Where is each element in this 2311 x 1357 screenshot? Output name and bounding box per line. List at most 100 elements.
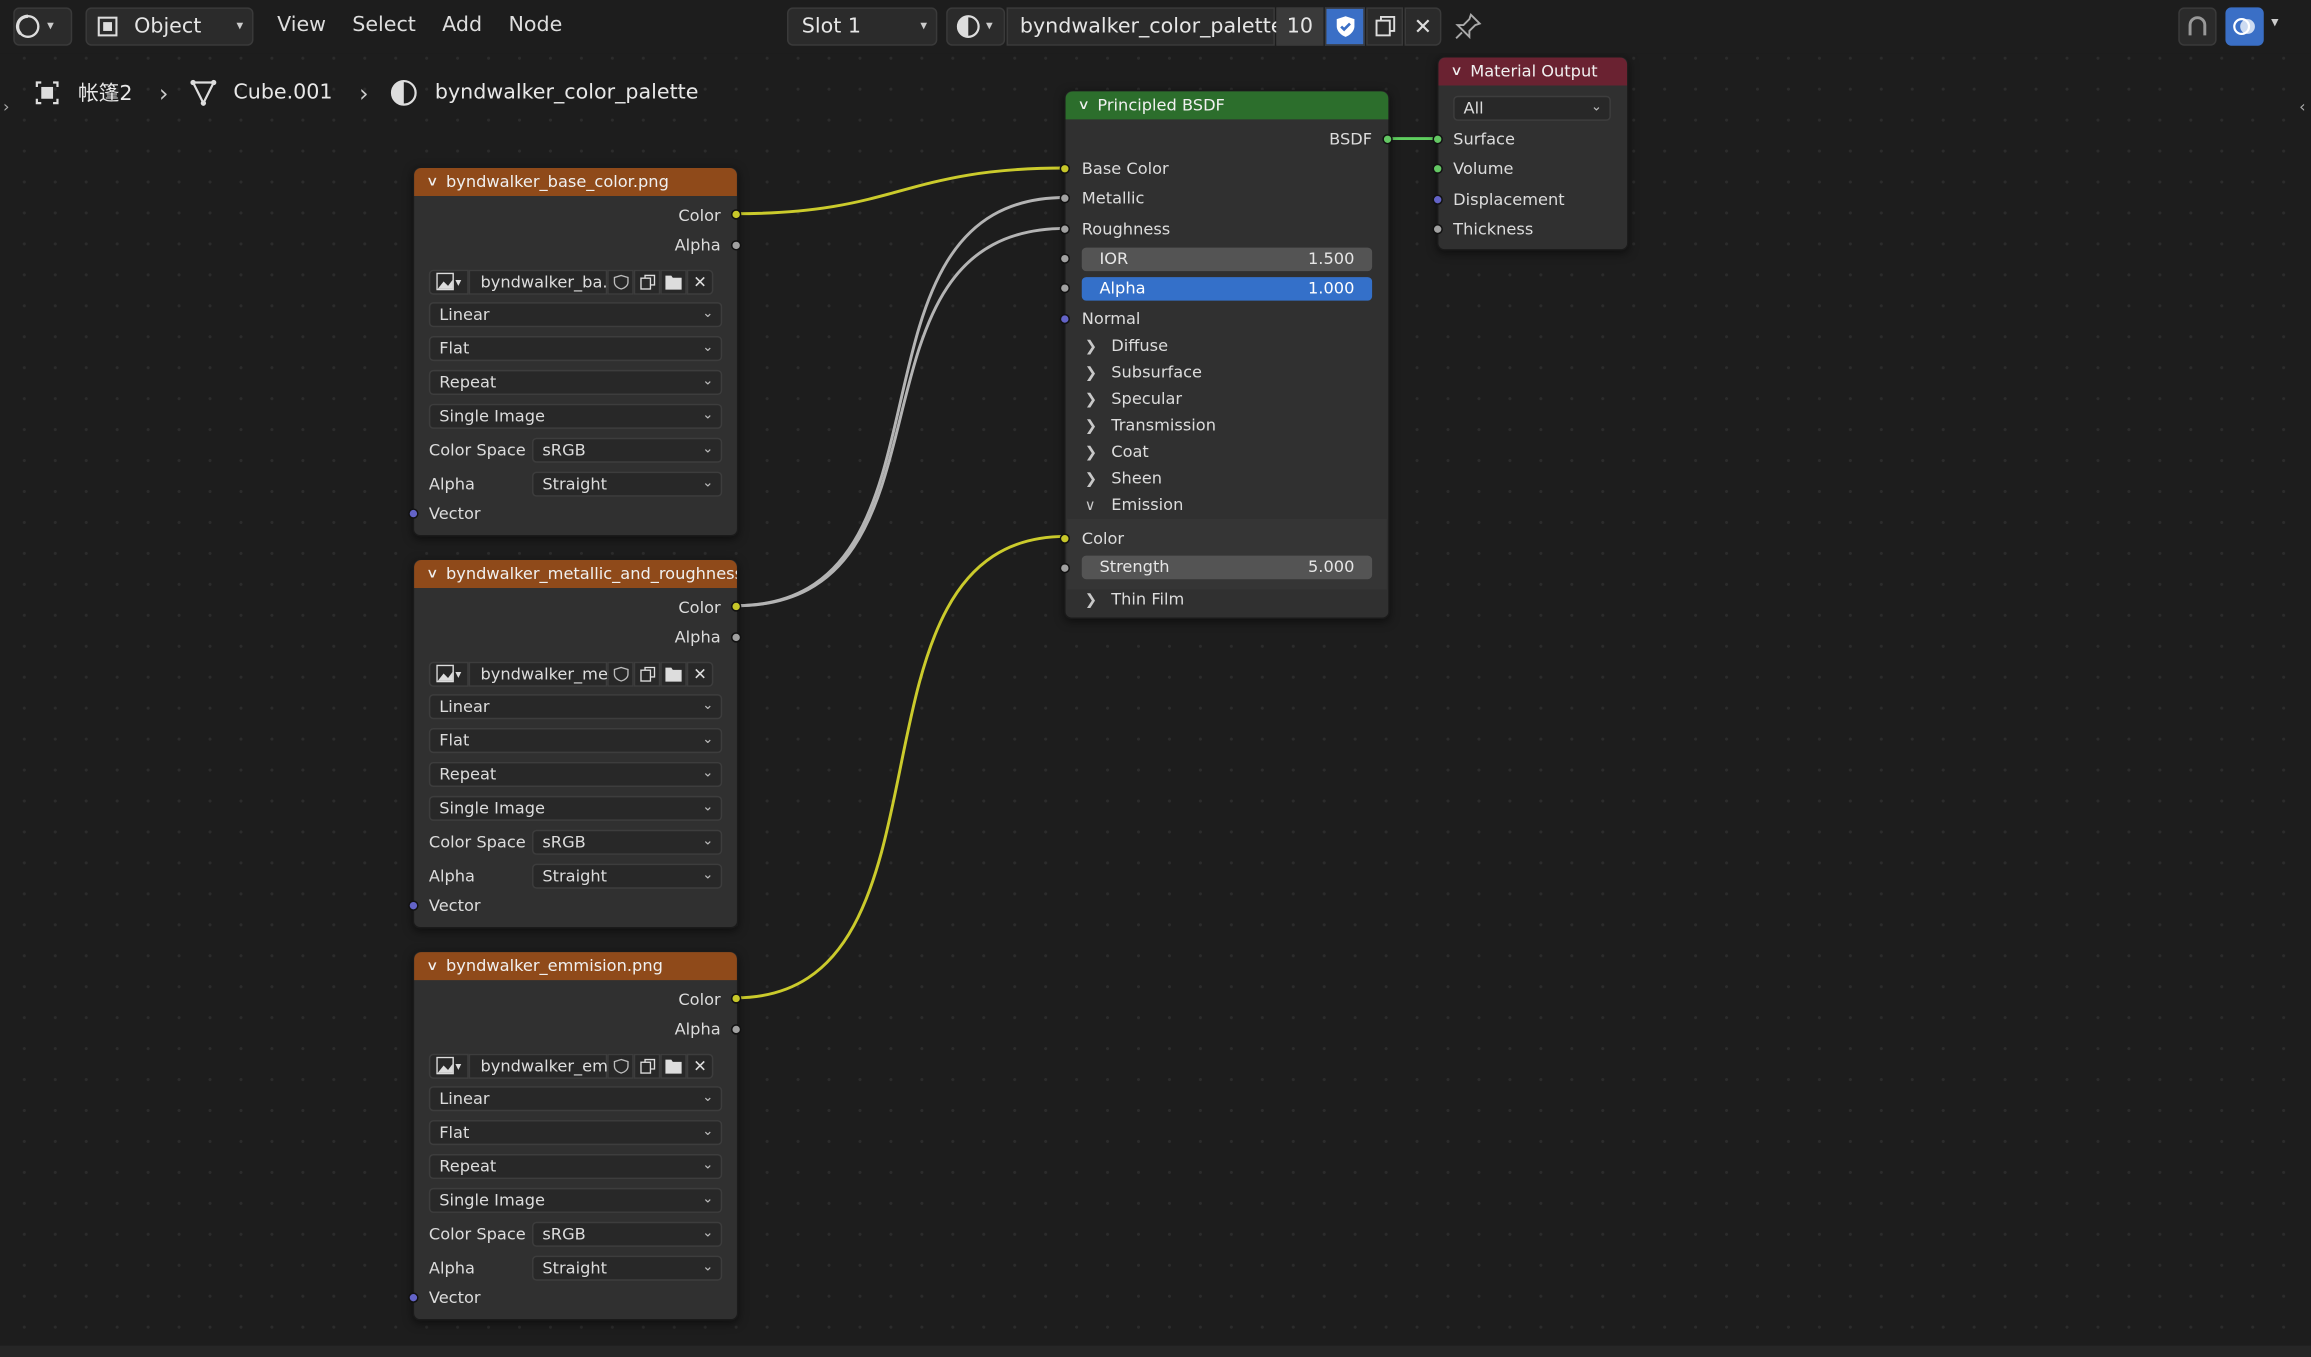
slot-dropdown[interactable]: Slot 1 ▾: [787, 7, 938, 46]
image-texture-node-base-color[interactable]: ∨ byndwalker_base_color.png Color Alpha ▾…: [408, 166, 742, 537]
image-texture-node-emission[interactable]: ∨ byndwalker_emmision.png Color Alpha ▾ b…: [408, 950, 742, 1321]
chevron-down-icon[interactable]: ∨: [426, 567, 439, 582]
unlink-material-button[interactable]: ✕: [1404, 7, 1442, 46]
extension-dropdown[interactable]: Repeat ⌄: [428, 1153, 723, 1180]
image-name-field[interactable]: byndwalker_em...: [468, 1053, 623, 1079]
source-dropdown[interactable]: Single Image ⌄: [428, 403, 723, 429]
projection-dropdown[interactable]: Flat ⌄: [428, 728, 723, 754]
output-color-socket[interactable]: [731, 209, 742, 220]
emission-strength-field[interactable]: Strength 5.000: [1081, 555, 1373, 580]
menu-select[interactable]: Select: [352, 13, 416, 37]
duplicate-image-button[interactable]: [633, 660, 661, 687]
material-users-count[interactable]: 10: [1276, 7, 1324, 46]
input-normal-socket[interactable]: [1059, 313, 1070, 325]
open-image-button[interactable]: [660, 1053, 687, 1079]
alpha-field[interactable]: Alpha 1.000: [1081, 277, 1373, 301]
input-emission-color-socket[interactable]: [1059, 533, 1070, 544]
alpha-mode-dropdown[interactable]: Straight ⌄: [532, 863, 723, 889]
output-alpha-socket[interactable]: [731, 632, 742, 643]
pin-button[interactable]: [1453, 12, 1482, 47]
panel-diffuse[interactable]: ❯ Diffuse: [1085, 336, 1168, 355]
render-target-dropdown[interactable]: All ⌄: [1453, 95, 1611, 121]
fake-user-button[interactable]: [607, 660, 634, 687]
panel-specular[interactable]: ❯ Specular: [1085, 389, 1182, 408]
interpolation-dropdown[interactable]: Linear ⌄: [428, 1086, 723, 1112]
panel-sheen[interactable]: ❯ Sheen: [1085, 469, 1162, 488]
node-editor[interactable]: ▾ Object ▾ View Select Add Node Slot 1 ▾…: [0, 0, 2311, 1357]
duplicate-image-button[interactable]: [633, 268, 661, 295]
image-browse-button[interactable]: ▾: [428, 268, 469, 295]
extension-dropdown[interactable]: Repeat ⌄: [428, 369, 723, 395]
source-dropdown[interactable]: Single Image ⌄: [428, 1187, 723, 1213]
input-displacement-socket[interactable]: [1432, 194, 1443, 205]
material-browse-button[interactable]: ▾: [946, 7, 1006, 46]
open-image-button[interactable]: [660, 268, 687, 295]
image-name-field[interactable]: byndwalker_me...: [468, 660, 623, 687]
output-alpha-socket[interactable]: [731, 1024, 742, 1035]
duplicate-material-button[interactable]: [1366, 7, 1404, 46]
projection-dropdown[interactable]: Flat ⌄: [428, 336, 723, 362]
duplicate-image-button[interactable]: [633, 1053, 661, 1079]
menu-add[interactable]: Add: [442, 13, 482, 37]
image-selector[interactable]: ▾ byndwalker_em... ✕: [428, 1052, 714, 1079]
fake-user-button[interactable]: [607, 1053, 634, 1079]
chevron-down-icon[interactable]: ∨: [426, 175, 439, 190]
principled-bsdf-node[interactable]: ∨ Principled BSDF BSDF Base Color Metalli…: [1059, 89, 1393, 619]
node-header[interactable]: ∨ byndwalker_base_color.png: [414, 168, 737, 197]
interpolation-dropdown[interactable]: Linear ⌄: [428, 694, 723, 720]
input-vector-socket[interactable]: [408, 1292, 419, 1303]
panel-thin-film[interactable]: ❯ Thin Film: [1085, 590, 1185, 609]
panel-coat[interactable]: ❯ Coat: [1085, 442, 1149, 461]
input-surface-socket[interactable]: [1432, 134, 1443, 145]
image-browse-button[interactable]: ▾: [428, 1053, 469, 1079]
image-selector[interactable]: ▾ byndwalker_ba... ✕: [428, 268, 714, 295]
node-header[interactable]: ∨ byndwalker_metallic_and_roughness...: [414, 560, 737, 589]
input-volume-socket[interactable]: [1432, 163, 1443, 174]
input-alpha-socket[interactable]: [1059, 282, 1070, 294]
panel-subsurface[interactable]: ❯ Subsurface: [1085, 363, 1202, 382]
chevron-down-icon[interactable]: ∨: [1077, 98, 1090, 113]
overlay-toggle[interactable]: [2225, 7, 2264, 46]
output-color-socket[interactable]: [731, 993, 742, 1004]
extension-dropdown[interactable]: Repeat ⌄: [428, 761, 723, 788]
node-header[interactable]: ∨ byndwalker_emmision.png: [414, 952, 737, 981]
image-name-field[interactable]: byndwalker_ba...: [468, 268, 618, 295]
input-thickness-socket[interactable]: [1432, 224, 1443, 235]
image-selector[interactable]: ▾ byndwalker_me... ✕: [428, 660, 714, 687]
unlink-image-button[interactable]: ✕: [686, 268, 714, 295]
input-vector-socket[interactable]: [408, 900, 419, 911]
material-output-node[interactable]: ∨ Material Output All ⌄ Surface Volume Dis…: [1432, 56, 1629, 251]
input-emission-strength-socket[interactable]: [1059, 562, 1070, 574]
input-roughness-socket[interactable]: [1059, 224, 1070, 235]
output-alpha-socket[interactable]: [731, 240, 742, 251]
color-space-dropdown[interactable]: sRGB ⌄: [532, 437, 723, 463]
chevron-down-icon[interactable]: ∨: [426, 959, 439, 974]
chevron-down-icon[interactable]: ∨: [1450, 64, 1463, 79]
input-ior-socket[interactable]: [1059, 253, 1070, 264]
snap-toggle[interactable]: [2178, 7, 2217, 46]
panel-transmission[interactable]: ❯ Transmission: [1085, 416, 1216, 435]
unlink-image-button[interactable]: ✕: [686, 660, 714, 687]
sidebar-expand-icon[interactable]: ‹: [2299, 97, 2305, 116]
image-texture-node-metallic-roughness[interactable]: ∨ byndwalker_metallic_and_roughness... Co…: [408, 558, 742, 929]
image-browse-button[interactable]: ▾: [428, 660, 469, 687]
input-metallic-socket[interactable]: [1059, 193, 1070, 204]
menu-view[interactable]: View: [277, 13, 326, 37]
input-base-color-socket[interactable]: [1059, 163, 1070, 174]
interpolation-dropdown[interactable]: Linear ⌄: [428, 302, 723, 328]
fake-user-button[interactable]: [1324, 7, 1365, 46]
ior-field[interactable]: IOR 1.500: [1081, 247, 1373, 272]
output-color-socket[interactable]: [731, 601, 742, 612]
mode-dropdown[interactable]: Object ▾: [85, 7, 254, 46]
color-space-dropdown[interactable]: sRGB ⌄: [532, 829, 723, 855]
alpha-mode-dropdown[interactable]: Straight ⌄: [532, 1255, 723, 1281]
node-header[interactable]: ∨ Principled BSDF: [1065, 91, 1389, 120]
input-vector-socket[interactable]: [408, 508, 419, 519]
menu-node[interactable]: Node: [508, 13, 562, 37]
unlink-image-button[interactable]: ✕: [686, 1053, 714, 1079]
node-header[interactable]: ∨ Material Output: [1438, 57, 1628, 86]
alpha-mode-dropdown[interactable]: Straight ⌄: [532, 471, 723, 497]
output-bsdf-socket[interactable]: [1382, 134, 1393, 145]
fake-user-button[interactable]: [607, 268, 634, 295]
projection-dropdown[interactable]: Flat ⌄: [428, 1120, 723, 1146]
